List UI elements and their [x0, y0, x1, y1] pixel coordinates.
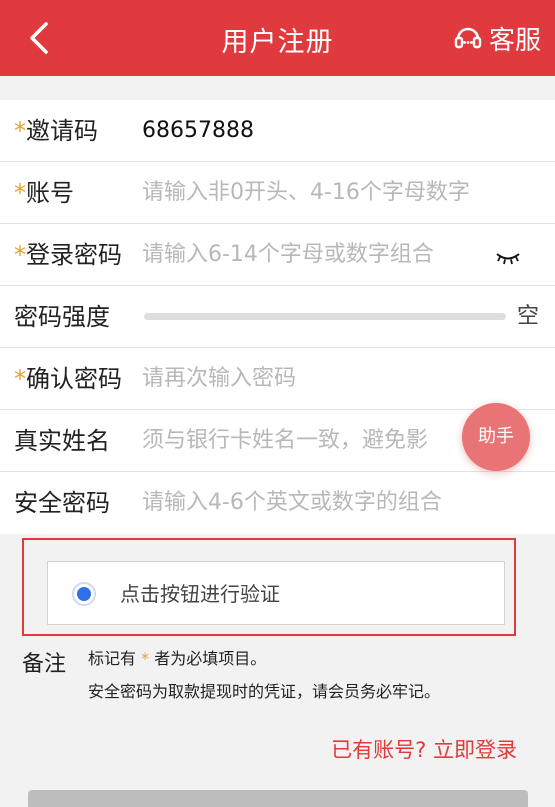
required-mark: *: [14, 365, 26, 393]
service-label: 客服: [488, 25, 541, 56]
confirm-password-row: *确认密码: [0, 348, 555, 410]
required-mark: *: [14, 117, 26, 145]
safe-password-label: 安全密码: [14, 489, 110, 517]
assistant-float-button[interactable]: 助手: [462, 403, 530, 471]
password-strength-row: 密码强度 空: [0, 286, 555, 348]
real-name-input[interactable]: [142, 410, 512, 472]
account-input[interactable]: [142, 162, 512, 224]
login-password-input[interactable]: [142, 224, 512, 286]
eye-closed-icon[interactable]: [495, 246, 521, 266]
submit-button[interactable]: [28, 790, 528, 807]
login-link[interactable]: 已有账号? 立即登录: [331, 734, 517, 764]
login-password-label: *登录密码: [14, 241, 122, 269]
password-strength-value: 空: [516, 304, 539, 329]
notes-label: 备注: [22, 652, 67, 677]
safe-password-input[interactable]: [142, 472, 512, 534]
password-strength-label: 密码强度: [14, 303, 110, 331]
confirm-password-label: *确认密码: [14, 365, 122, 393]
notes-required-hint: 标记有 * 者为必填项目。: [88, 649, 267, 668]
radio-selected-icon: [72, 582, 96, 606]
invite-code-input[interactable]: [142, 100, 512, 162]
app-header: 用户注册 客服: [0, 0, 555, 76]
login-password-row: *登录密码: [0, 224, 555, 286]
invite-code-row: *邀请码: [0, 100, 555, 162]
notes-safe-password-hint: 安全密码为取款提现时的凭证，请会员务必牢记。: [88, 682, 441, 701]
password-strength-bar: [144, 313, 506, 320]
required-mark: *: [14, 179, 26, 207]
confirm-password-input[interactable]: [142, 348, 512, 410]
registration-form: *邀请码 *账号 *登录密码 密码强度 空 *确认密码 真实姓名 安全密码: [0, 100, 555, 534]
safe-password-row: 安全密码: [0, 472, 555, 534]
required-mark: *: [14, 241, 26, 269]
invite-code-label: *邀请码: [14, 117, 98, 145]
customer-service-button[interactable]: 客服: [453, 18, 541, 58]
account-row: *账号: [0, 162, 555, 224]
real-name-label: 真实姓名: [14, 427, 110, 455]
headset-icon: [454, 27, 482, 49]
account-label: *账号: [14, 179, 74, 207]
verify-label: 点击按钮进行验证: [120, 582, 280, 606]
verify-button[interactable]: 点击按钮进行验证: [47, 561, 505, 625]
